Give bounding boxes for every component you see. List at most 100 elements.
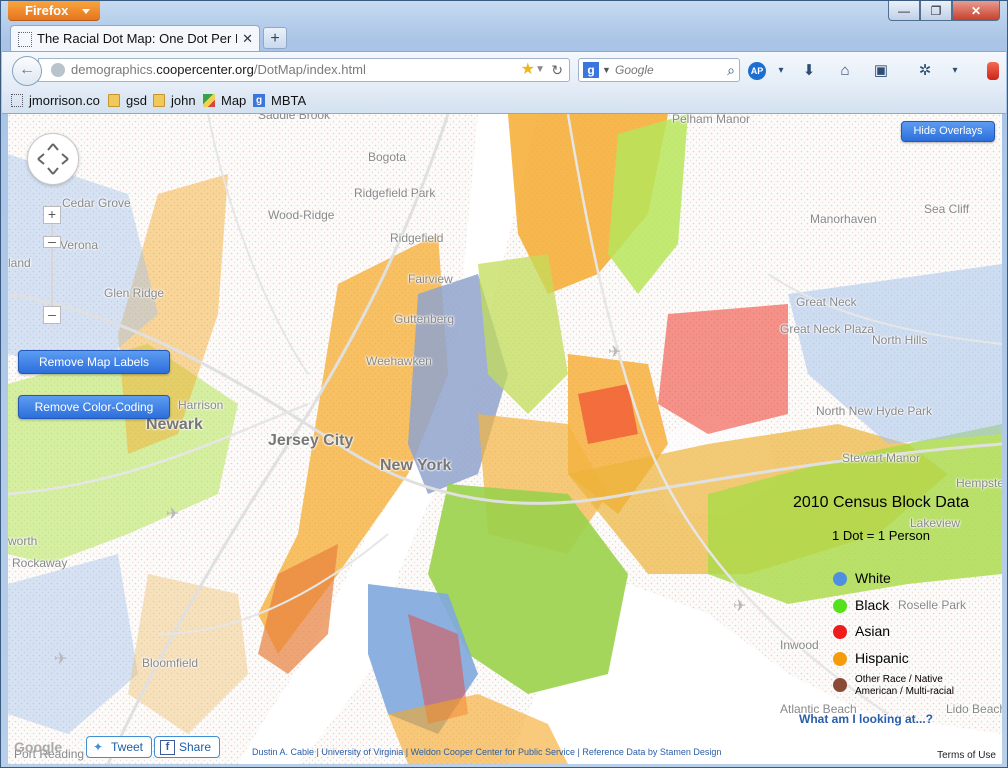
bookmark-mbta[interactable]: g MBTA <box>253 89 306 113</box>
place-label: Wood-Ridge <box>268 208 335 222</box>
place-label: Guttenberg <box>394 312 455 326</box>
google-watermark: Google <box>14 739 63 755</box>
place-label: Harrison <box>178 398 224 412</box>
zoom-out-button[interactable]: – <box>43 306 61 324</box>
remove-color-coding-button[interactable]: Remove Color-Coding <box>18 395 170 419</box>
window-controls: — ❐ ✕ <box>888 1 1000 21</box>
place-label: North New Hyde Park <box>816 404 933 418</box>
close-window-button[interactable]: ✕ <box>952 1 1000 21</box>
close-tab-icon[interactable]: ✕ <box>242 26 253 52</box>
zoom-in-button[interactable]: + <box>43 206 61 224</box>
legend-swatch <box>833 625 847 640</box>
browser-tab[interactable]: The Racial Dot Map: One Dot Per Person..… <box>10 25 260 51</box>
tab-title: The Racial Dot Map: One Dot Per Person..… <box>37 31 237 46</box>
place-label: Rockaway <box>12 556 68 570</box>
firefox-menu-label: Firefox <box>25 3 69 18</box>
folder-icon <box>153 93 165 107</box>
place-label: Bloomfield <box>142 656 199 670</box>
place-label: Great Neck Plaza <box>780 322 875 336</box>
terms-of-use-link[interactable]: Terms of Use <box>937 750 996 761</box>
place-label: Great Neck <box>796 295 857 309</box>
map-legend: 2010 Census Block Data 1 Dot = 1 Person … <box>781 494 981 704</box>
remove-map-labels-button[interactable]: Remove Map Labels <box>18 350 170 374</box>
place-label: Cedar Grove <box>62 196 131 210</box>
place-label: North Hills <box>872 333 928 347</box>
home-icon[interactable]: ⌂ <box>836 62 854 80</box>
dot-map[interactable]: ✈ ✈ ✈ ✈ Saddle Brook Bogota Pelham Manor… <box>8 114 1002 764</box>
addon-dropdown-icon[interactable]: ▾ <box>772 62 790 80</box>
menu-dropdown-icon[interactable]: ▾ <box>946 62 964 80</box>
bookmarks-menu-icon[interactable]: ▣ <box>872 62 890 80</box>
back-arrow-icon: ← <box>19 61 35 78</box>
bookmark-john[interactable]: john <box>153 89 196 113</box>
search-box[interactable]: g ▼ Google ⌕ <box>578 58 740 82</box>
place-label: Pelham Manor <box>672 114 751 126</box>
engine-dropdown-icon[interactable]: ▼ <box>602 59 611 81</box>
globe-icon <box>51 63 65 77</box>
share-label: Share <box>179 740 212 754</box>
download-icon[interactable]: ⬇ <box>800 62 818 80</box>
address-bar[interactable]: demographics.coopercenter.org/DotMap/ind… <box>38 58 570 82</box>
new-tab-button[interactable]: + <box>263 27 287 49</box>
pan-control[interactable] <box>27 133 79 185</box>
addon-red-icon[interactable] <box>987 62 999 80</box>
legend-item-hispanic: Hispanic <box>833 650 909 667</box>
search-placeholder: Google <box>615 63 654 77</box>
bookmarks-toolbar: jmorrison.co gsd john Map g MBTA <box>2 89 1006 114</box>
zoom-slider-rail[interactable] <box>51 209 53 314</box>
url-text: demographics.coopercenter.org/DotMap/ind… <box>71 59 366 81</box>
legend-swatch <box>833 678 847 692</box>
legend-label: Black <box>855 597 890 613</box>
bookmark-label: MBTA <box>271 93 307 108</box>
reload-icon[interactable]: ↻ <box>551 59 563 81</box>
bookmark-gsd[interactable]: gsd <box>108 89 147 113</box>
bookmark-map[interactable]: Map <box>203 89 246 113</box>
place-label: Lido Beach <box>946 702 1002 716</box>
google-icon: g <box>253 93 265 107</box>
place-label: Jersey City <box>268 432 354 449</box>
svg-text:✈: ✈ <box>166 504 179 523</box>
share-button[interactable]: f Share <box>154 736 221 758</box>
bookmark-label: jmorrison.co <box>29 93 100 108</box>
place-label: Fairview <box>408 272 453 286</box>
search-icon[interactable]: ⌕ <box>727 59 735 81</box>
tweet-button[interactable]: ✦ Tweet <box>86 736 153 758</box>
hide-overlays-button[interactable]: Hide Overlays <box>901 121 995 142</box>
google-icon[interactable]: g <box>583 62 599 78</box>
place-label: Glen Ridge <box>104 286 165 300</box>
bookmark-label: gsd <box>126 93 147 108</box>
firefox-menu-button[interactable]: Firefox <box>8 1 100 21</box>
legend-label: Hispanic <box>855 650 909 666</box>
url-domain: coopercenter.org <box>156 62 254 77</box>
legend-item-other: Other Race / Native American / Multi-rac… <box>833 674 973 698</box>
svg-text:✈: ✈ <box>54 649 67 668</box>
place-label: Ridgefield Park <box>354 186 436 200</box>
place-label: land <box>8 256 31 270</box>
place-label: Stewart Manor <box>842 451 921 465</box>
browser-window: Firefox — ❐ ✕ The Racial Dot Map: One Do… <box>0 0 1008 768</box>
place-label: Weehawken <box>366 354 432 368</box>
legend-label: Other Race / Native American / Multi-rac… <box>855 674 954 697</box>
maps-icon <box>203 93 215 107</box>
minimize-button[interactable]: — <box>888 1 920 21</box>
history-dropdown-icon[interactable]: ▼ <box>535 59 545 81</box>
what-am-i-looking-at-link[interactable]: What am I looking at...? <box>799 712 933 726</box>
bookmark-label: john <box>171 93 196 108</box>
facebook-icon: f <box>160 740 175 755</box>
addon-bug-icon[interactable]: ✲ <box>916 62 934 80</box>
bookmark-star-icon[interactable]: ★ <box>521 59 535 81</box>
addon-ap-icon[interactable]: AP <box>748 62 766 80</box>
navigation-toolbar: demographics.coopercenter.org/DotMap/ind… <box>2 51 1006 90</box>
zoom-slider-handle[interactable]: – <box>43 234 61 248</box>
place-label: New York <box>380 457 452 474</box>
place-label: Verona <box>60 238 99 252</box>
place-label: Hempstead <box>956 476 1002 490</box>
twitter-bird-icon: ✦ <box>93 740 104 754</box>
dropdown-arrow-icon <box>82 9 90 14</box>
credits-line[interactable]: Dustin A. Cable | University of Virginia… <box>252 747 721 757</box>
svg-text:✈: ✈ <box>733 596 746 615</box>
legend-swatch <box>833 652 847 667</box>
back-button[interactable]: ← <box>12 56 42 86</box>
bookmark-jmorrison[interactable]: jmorrison.co <box>11 89 100 113</box>
maximize-button[interactable]: ❐ <box>920 1 952 21</box>
